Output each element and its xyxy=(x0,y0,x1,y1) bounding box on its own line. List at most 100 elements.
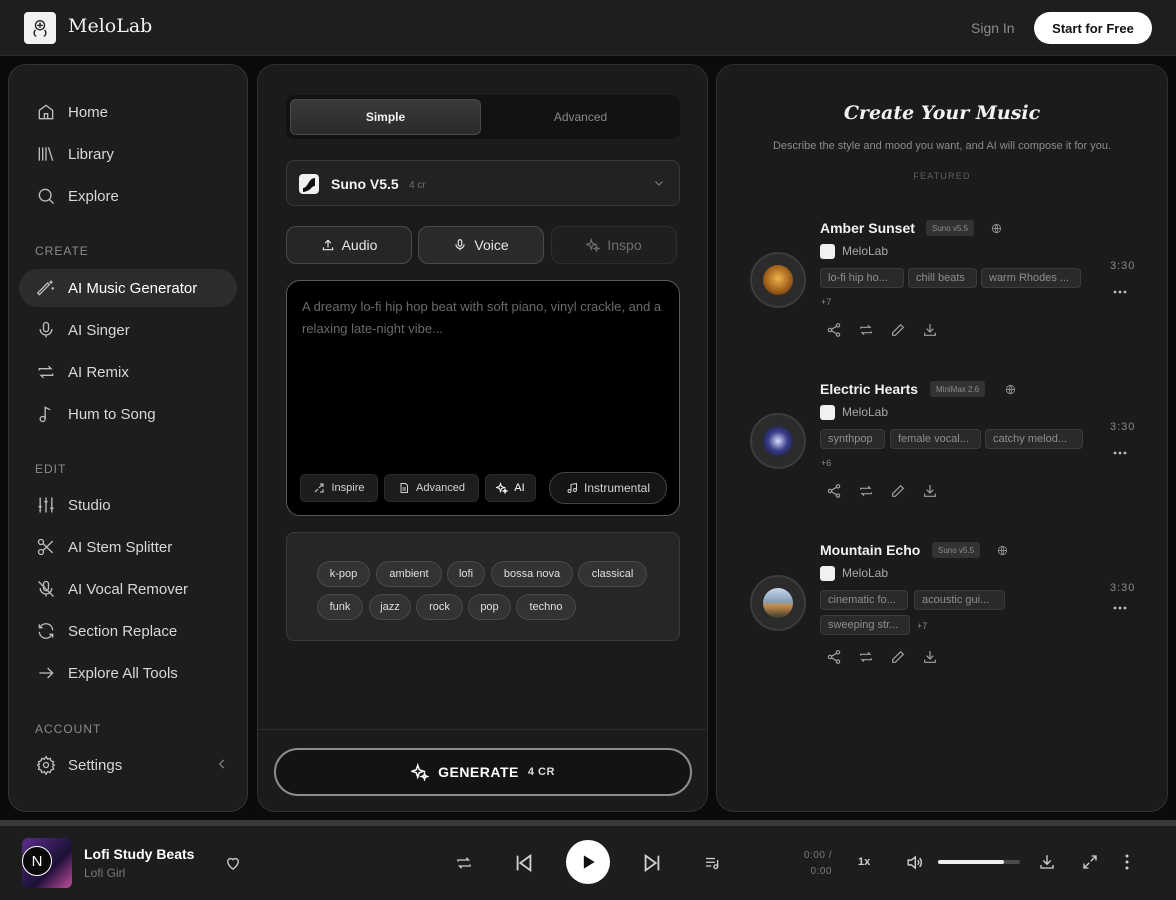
sidebar-item-ai-vocal-remover[interactable]: AI Vocal Remover xyxy=(19,570,237,608)
edit-icon[interactable] xyxy=(890,322,906,338)
share-icon[interactable] xyxy=(826,322,842,338)
download-icon[interactable] xyxy=(922,649,938,665)
sidebar-item-section-replace[interactable]: Section Replace xyxy=(19,612,237,650)
now-playing-cover[interactable]: N xyxy=(22,838,72,888)
ai-button[interactable]: AI xyxy=(485,474,536,502)
sidebar-item-explore[interactable]: Explore xyxy=(19,177,237,215)
generate-button[interactable]: GENERATE 4 CR xyxy=(274,748,692,796)
sidebar-item-explore-all-tools[interactable]: Explore All Tools xyxy=(19,654,237,692)
genre-tag[interactable]: lofi xyxy=(447,561,485,587)
track-cover[interactable] xyxy=(750,252,806,308)
share-icon[interactable] xyxy=(826,649,842,665)
more-options-icon[interactable] xyxy=(1113,606,1127,610)
track-cover[interactable] xyxy=(750,575,806,631)
download-icon[interactable] xyxy=(922,483,938,499)
sidebar-item-label: AI Stem Splitter xyxy=(68,538,173,556)
model-select[interactable]: Suno V5.5 4 cr xyxy=(286,160,680,206)
remix-icon[interactable] xyxy=(858,322,874,338)
more-options-icon[interactable] xyxy=(1113,290,1127,294)
upload-icon xyxy=(322,239,333,251)
globe-icon xyxy=(1005,384,1016,395)
sidebar-item-ai-stem-splitter[interactable]: AI Stem Splitter xyxy=(19,528,237,566)
generate-label: GENERATE xyxy=(438,764,519,780)
track-card[interactable]: Mountain Echo Suno v5.5 MeloLab cinemati… xyxy=(717,537,1167,677)
playback-speed[interactable]: 1x xyxy=(858,856,870,868)
prompt-input[interactable]: A dreamy lo-fi hip hop beat with soft pi… xyxy=(286,280,680,516)
download-icon[interactable] xyxy=(1038,853,1056,871)
section-heading-create: CREATE xyxy=(35,244,89,258)
download-icon[interactable] xyxy=(922,322,938,338)
suno-logo-icon xyxy=(299,174,319,194)
globe-icon xyxy=(997,545,1008,556)
genre-tag[interactable]: jazz xyxy=(369,594,411,620)
volume-slider[interactable] xyxy=(938,860,1020,864)
edit-icon[interactable] xyxy=(890,649,906,665)
remix-icon[interactable] xyxy=(858,483,874,499)
heart-icon[interactable] xyxy=(224,854,242,872)
chevron-left-icon[interactable] xyxy=(215,757,229,771)
more-vertical-icon[interactable] xyxy=(1125,853,1129,871)
remix-icon[interactable] xyxy=(858,649,874,665)
expand-icon[interactable] xyxy=(1081,853,1099,871)
sidebar-item-ai-singer[interactable]: AI Singer xyxy=(19,311,237,349)
track-card[interactable]: Amber Sunset Suno v5.5 MeloLab lo-fi hip… xyxy=(717,215,1167,355)
sidebar-item-ai-music-generator[interactable]: AI Music Generator xyxy=(19,269,237,307)
sign-in-link[interactable]: Sign In xyxy=(971,20,1015,36)
genre-tag[interactable]: classical xyxy=(578,561,647,587)
skip-back-icon[interactable] xyxy=(513,852,535,874)
inspire-button[interactable]: Inspire xyxy=(300,474,378,502)
track-title[interactable]: Mountain Echo xyxy=(820,542,920,558)
track-author[interactable]: MeloLab xyxy=(842,566,888,580)
track-more-tags: +7 xyxy=(821,297,832,307)
sidebar-item-hum-to-song[interactable]: Hum to Song xyxy=(19,395,237,433)
sidebar-item-home[interactable]: Home xyxy=(19,93,237,131)
advanced-button[interactable]: Advanced xyxy=(384,474,479,502)
genre-tag[interactable]: ambient xyxy=(376,561,442,587)
model-name: Suno V5.5 xyxy=(331,176,399,192)
start-free-button[interactable]: Start for Free xyxy=(1034,12,1152,44)
track-tag: acoustic gui... xyxy=(914,590,1005,610)
audio-source-button[interactable]: Audio xyxy=(286,226,412,264)
sidebar-item-label: Explore xyxy=(68,187,119,205)
inspo-source-button[interactable]: Inspo xyxy=(551,226,677,264)
sidebar-item-ai-remix[interactable]: AI Remix xyxy=(19,353,237,391)
track-card[interactable]: Electric Hearts MiniMax 2.6 MeloLab synt… xyxy=(717,376,1167,516)
genre-tag[interactable]: techno xyxy=(516,594,576,620)
voice-source-button[interactable]: Voice xyxy=(418,226,544,264)
share-icon[interactable] xyxy=(826,483,842,499)
play-button[interactable] xyxy=(566,840,610,884)
logo-icon[interactable] xyxy=(24,12,56,44)
chevron-down-icon xyxy=(653,177,665,189)
genre-tag[interactable]: bossa nova xyxy=(491,561,573,587)
now-playing-title[interactable]: Lofi Study Beats xyxy=(84,846,194,862)
brand-name[interactable]: MeloLab xyxy=(68,15,152,37)
tab-advanced[interactable]: Advanced xyxy=(485,99,676,135)
volume-icon[interactable] xyxy=(905,853,924,872)
document-icon xyxy=(400,483,409,493)
tab-simple[interactable]: Simple xyxy=(290,99,481,135)
shuffle-icon xyxy=(315,483,324,493)
sidebar-item-settings[interactable]: Settings xyxy=(19,746,237,784)
genre-tag[interactable]: rock xyxy=(416,594,463,620)
genre-tag[interactable]: funk xyxy=(317,594,363,620)
repeat-icon[interactable] xyxy=(455,854,473,872)
track-author[interactable]: MeloLab xyxy=(842,405,888,419)
now-playing-artist[interactable]: Lofi Girl xyxy=(84,866,125,880)
track-title[interactable]: Amber Sunset xyxy=(820,220,915,236)
edit-icon[interactable] xyxy=(890,483,906,499)
genre-tag[interactable]: k-pop xyxy=(317,561,370,587)
microphone-icon xyxy=(455,239,466,251)
more-options-icon[interactable] xyxy=(1113,451,1127,455)
sidebar-item-library[interactable]: Library xyxy=(19,135,237,173)
skip-forward-icon[interactable] xyxy=(641,852,663,874)
track-tag: chill beats xyxy=(908,268,977,288)
instrumental-toggle[interactable]: Instrumental xyxy=(549,472,667,504)
showcase-panel: Create Your Music Describe the style and… xyxy=(716,64,1168,812)
queue-icon[interactable] xyxy=(703,854,721,872)
track-cover[interactable] xyxy=(750,413,806,469)
track-title[interactable]: Electric Hearts xyxy=(820,381,918,397)
track-author[interactable]: MeloLab xyxy=(842,244,888,258)
genre-tag[interactable]: pop xyxy=(468,594,511,620)
sidebar-item-studio[interactable]: Studio xyxy=(19,486,237,524)
showcase-subtitle: Describe the style and mood you want, an… xyxy=(772,140,1112,152)
